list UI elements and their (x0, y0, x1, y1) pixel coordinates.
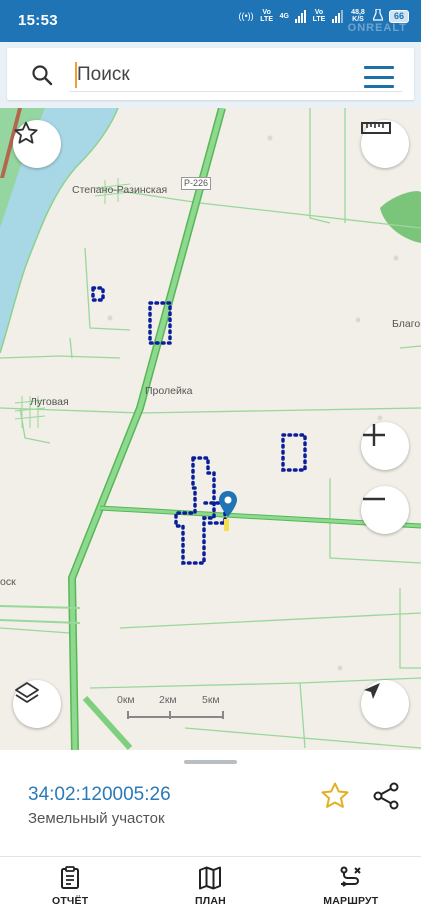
search-box (7, 48, 414, 100)
menu-icon[interactable] (364, 66, 394, 88)
selected-parcel-highlight (224, 519, 229, 531)
flask-icon (372, 8, 384, 23)
clipboard-icon (61, 866, 80, 889)
text-caret (75, 62, 77, 88)
zoom-in-button[interactable] (361, 422, 409, 470)
scale-label-2: 2км (159, 694, 177, 706)
label-rosk: оск (0, 576, 16, 588)
minus-icon (363, 497, 385, 501)
hotspot-icon: ((•)) (238, 10, 254, 21)
label-proleyka: Пролейка (145, 385, 193, 397)
nav-plan-label: ПЛАН (195, 895, 226, 907)
plus-icon (363, 424, 385, 446)
network-type-label: 4G (279, 12, 289, 20)
map-icon (199, 866, 222, 890)
ruler-button[interactable] (361, 120, 409, 168)
volte-icon-2: Vo LTE (312, 9, 326, 23)
favorite-star-icon[interactable] (319, 780, 351, 812)
green-field-2 (380, 191, 421, 243)
scale-label-5: 5км (202, 694, 220, 706)
minor-roads (0, 108, 421, 749)
nav-route-label: МАРШРУТ (323, 895, 379, 907)
scale-bar: 0км 2км 5км (117, 694, 224, 719)
nav-plan[interactable]: ПЛАН (140, 857, 280, 910)
map-canvas[interactable] (0, 108, 421, 750)
sheet-grabber[interactable] (184, 760, 237, 764)
highway-main (67, 108, 226, 750)
scale-line (127, 711, 224, 719)
nav-report-label: ОТЧЁТ (51, 895, 89, 907)
status-time: 15:53 (18, 12, 58, 29)
watermark-text: ONREALT (347, 22, 407, 34)
my-location-button[interactable] (361, 680, 409, 728)
signal-icon-2 (331, 9, 343, 23)
label-blago: Благо (392, 318, 421, 330)
battery-indicator: 66 (388, 9, 409, 23)
parcel-info-sheet[interactable]: 34:02:120005:26 Земельный участок (0, 750, 421, 856)
label-lugovaya: Луговая (30, 396, 69, 408)
scale-label-0: 0км (117, 694, 135, 706)
map-view[interactable]: Степано-Разинская Р-226 Благо Пролейка Л… (0, 108, 421, 750)
status-bar: 15:53 ONREALT ((•)) Vo LTE 4G Vo LTE 48,… (0, 0, 421, 42)
zoom-out-button[interactable] (361, 486, 409, 534)
location-marker-icon[interactable] (218, 491, 238, 519)
share-icon[interactable] (370, 780, 402, 812)
signal-icon (294, 9, 306, 23)
search-area (0, 42, 421, 108)
status-icons: ((•)) Vo LTE 4G Vo LTE 48,8 K/S 66 (238, 8, 409, 23)
layers-button[interactable] (13, 680, 61, 728)
ruler-icon (361, 122, 391, 134)
navigation-arrow-icon (364, 683, 380, 699)
map-dots (107, 135, 399, 671)
nav-route[interactable]: МАРШРУТ (281, 857, 421, 910)
parcel-type: Земельный участок (28, 810, 165, 827)
nav-report[interactable]: ОТЧЁТ (0, 857, 140, 910)
favorites-button[interactable] (13, 120, 61, 168)
label-stepano-razinskaya: Степано-Разинская (72, 184, 168, 196)
lower-road (0, 605, 81, 624)
bottom-navigation: ОТЧЁТ ПЛАН МАРШРУТ (0, 856, 421, 910)
search-icon[interactable] (31, 64, 53, 86)
volte-icon: Vo LTE (260, 9, 273, 23)
data-speed: 48,8 K/S (351, 9, 365, 23)
route-icon (340, 866, 361, 887)
road-badge-r226: Р-226 (181, 177, 212, 190)
search-underline (69, 91, 402, 92)
layers-icon (15, 682, 39, 703)
parcel-cadastral-number[interactable]: 34:02:120005:26 (28, 784, 171, 806)
star-outline-icon (14, 121, 38, 144)
search-input[interactable] (69, 60, 319, 90)
